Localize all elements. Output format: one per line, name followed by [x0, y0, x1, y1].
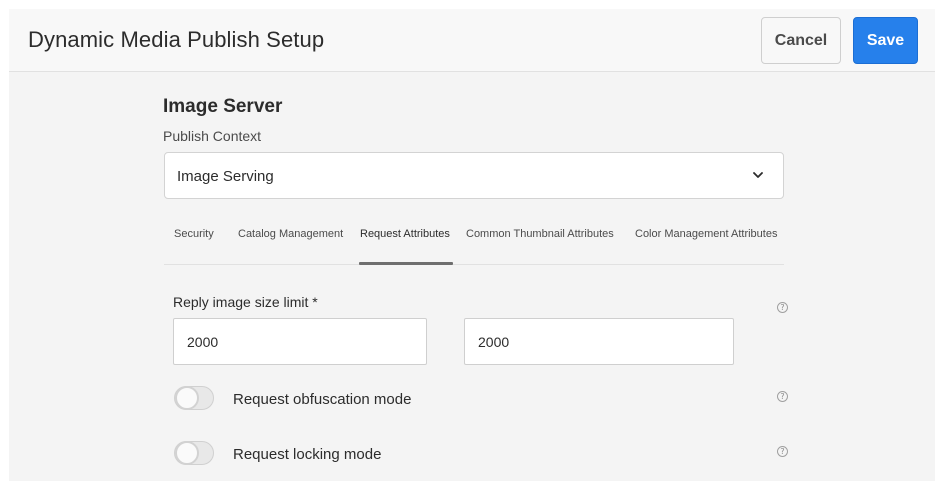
active-tab-indicator [359, 262, 453, 265]
tab-common-thumbnail-attributes[interactable]: Common Thumbnail Attributes [466, 228, 614, 240]
toggle-knob [175, 386, 199, 410]
reply-height-input[interactable]: 2000 [464, 318, 734, 365]
request-locking-toggle[interactable] [174, 441, 214, 465]
page-title: Dynamic Media Publish Setup [28, 27, 325, 52]
cancel-button[interactable]: Cancel [761, 17, 841, 64]
section-title: Image Server [163, 96, 283, 117]
tab-bar: Security Catalog Management Request Attr… [164, 219, 784, 265]
publish-context-label: Publish Context [163, 128, 262, 144]
publish-context-value: Image Serving [177, 168, 274, 185]
tab-catalog-management[interactable]: Catalog Management [238, 228, 343, 240]
tab-request-attributes[interactable]: Request Attributes [360, 228, 450, 240]
request-obfuscation-label: Request obfuscation mode [233, 391, 412, 408]
tab-color-management-attributes[interactable]: Color Management Attributes [635, 228, 777, 240]
tab-security[interactable]: Security [174, 228, 214, 240]
save-button[interactable]: Save [853, 17, 918, 64]
app-window: Dynamic Media Publish Setup Cancel Save … [9, 9, 935, 481]
reply-width-input[interactable]: 2000 [173, 318, 427, 365]
help-icon[interactable]: ? [777, 391, 788, 402]
help-icon[interactable]: ? [777, 302, 788, 313]
request-locking-label: Request locking mode [233, 446, 382, 463]
help-icon[interactable]: ? [777, 446, 788, 457]
chevron-down-icon [753, 172, 763, 178]
publish-context-select[interactable]: Image Serving [164, 152, 784, 199]
request-obfuscation-toggle[interactable] [174, 386, 214, 410]
header-bar: Dynamic Media Publish Setup Cancel Save [9, 9, 935, 72]
reply-image-size-label: Reply image size limit * [173, 294, 318, 310]
toggle-knob [175, 441, 199, 465]
